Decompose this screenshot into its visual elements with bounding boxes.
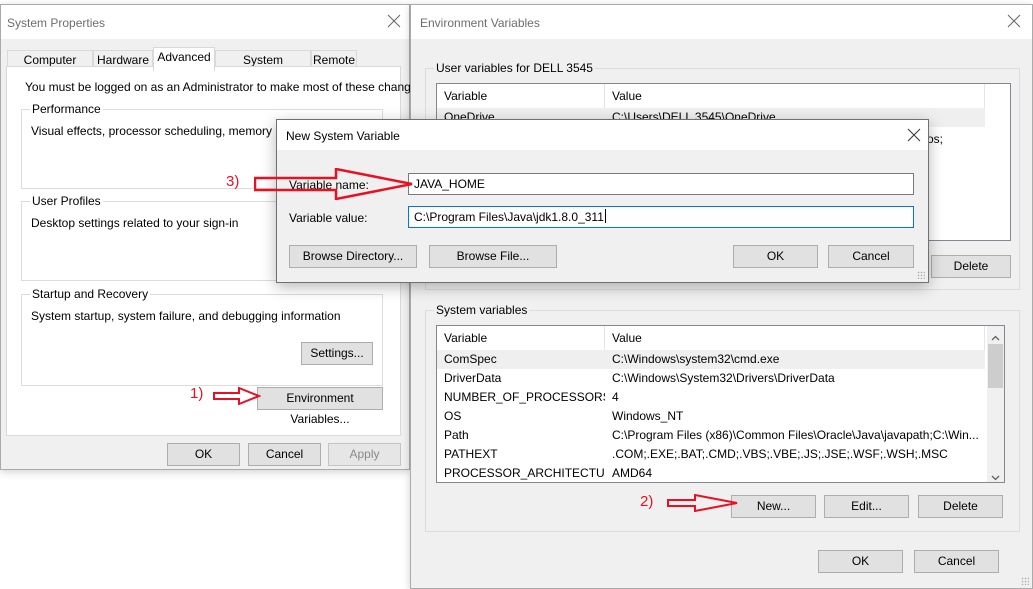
env-vars-titlebar: Environment Variables <box>411 5 1032 39</box>
tab-advanced[interactable]: Advanced <box>153 47 215 71</box>
env-cancel-button[interactable]: Cancel <box>914 550 999 573</box>
column-header-value[interactable]: Value <box>605 84 985 108</box>
table-row[interactable]: PATHEXT .COM;.EXE;.BAT;.CMD;.VBS;.VBE;.JS… <box>437 445 985 464</box>
table-row[interactable]: NUMBER_OF_PROCESSORS 4 <box>437 388 985 407</box>
table-row[interactable]: PROCESSOR_ARCHITECTURE AMD64 <box>437 464 985 482</box>
variable-name-input[interactable]: JAVA_HOME <box>408 173 914 195</box>
row-value: .COM;.EXE;.BAT;.CMD;.VBS;.VBE;.JS;.JSE;.… <box>612 447 948 461</box>
new-system-variable-dialog: New System Variable Variable name: JAVA_… <box>276 119 929 283</box>
performance-legend: Performance <box>30 102 103 116</box>
vertical-scrollbar[interactable] <box>987 326 1004 482</box>
system-variables-legend: System variables <box>434 303 530 317</box>
variable-value-input[interactable]: C:\Program Files\Java\jdk1.8.0_311 <box>408 206 914 228</box>
variable-value-label: Variable value: <box>289 211 368 225</box>
table-row[interactable]: Path C:\Program Files (x86)\Common Files\… <box>437 426 985 445</box>
step-3-label: 3) <box>226 173 240 190</box>
env-ok-button[interactable]: OK <box>818 550 903 573</box>
partial-row-value: os; <box>927 132 944 146</box>
browse-directory-button[interactable]: Browse Directory... <box>289 245 417 268</box>
row-variable: PROCESSOR_ARCHITECTURE <box>444 466 605 480</box>
startup-recovery-group: Startup and Recovery System startup, sys… <box>21 287 383 386</box>
text-cursor <box>604 209 606 223</box>
user-profiles-legend: User Profiles <box>30 194 103 208</box>
system-delete-button[interactable]: Delete <box>918 495 1003 518</box>
sysprop-cancel-button[interactable]: Cancel <box>248 443 321 466</box>
resize-grip-icon[interactable] <box>1021 577 1029 585</box>
step-2-label: 2) <box>640 493 654 510</box>
admin-note: You must be logged on as an Administrato… <box>25 80 427 94</box>
window-title: System Properties <box>7 16 106 30</box>
user-delete-button[interactable]: Delete <box>931 255 1011 278</box>
startup-settings-button[interactable]: Settings... <box>301 342 373 365</box>
scroll-down-icon[interactable] <box>991 470 1000 482</box>
column-header-variable[interactable]: Variable <box>437 84 605 108</box>
variable-value-text: C:\Program Files\Java\jdk1.8.0_311 <box>414 210 604 224</box>
dialog-titlebar: New System Variable <box>277 120 928 150</box>
startup-recovery-legend: Startup and Recovery <box>30 287 151 301</box>
row-variable: OS <box>444 409 462 423</box>
row-variable: PATHEXT <box>444 447 498 461</box>
table-row[interactable]: OS Windows_NT <box>437 407 985 426</box>
user-variables-legend: User variables for DELL 3545 <box>434 61 595 75</box>
row-value: Windows_NT <box>612 409 684 423</box>
system-variables-list[interactable]: Variable Value ComSpec C:\Windows\system3… <box>436 325 1005 483</box>
dialog-title: New System Variable <box>286 129 400 143</box>
close-icon[interactable] <box>387 14 401 28</box>
startup-recovery-desc: System startup, system failure, and debu… <box>31 309 341 323</box>
dialog-ok-button[interactable]: OK <box>733 245 818 268</box>
list-header: Variable Value <box>437 84 985 108</box>
system-new-button[interactable]: New... <box>731 495 816 518</box>
row-value: 4 <box>612 390 619 404</box>
browse-file-button[interactable]: Browse File... <box>429 245 557 268</box>
step-1-arrow-icon <box>213 387 261 405</box>
table-row[interactable]: DriverData C:\Windows\System32\Drivers\Dr… <box>437 369 985 388</box>
dialog-cancel-button[interactable]: Cancel <box>828 245 914 268</box>
row-value: C:\Windows\System32\Drivers\DriverData <box>612 371 835 385</box>
row-value: C:\Program Files (x86)\Common Files\Orac… <box>612 428 979 442</box>
close-icon[interactable] <box>1007 14 1021 28</box>
system-properties-titlebar: System Properties <box>1 5 409 39</box>
user-profiles-desc: Desktop settings related to your sign-in <box>31 216 239 230</box>
row-variable: DriverData <box>444 371 502 385</box>
row-value: AMD64 <box>612 466 653 480</box>
step-3-arrow-icon <box>254 168 413 200</box>
scrollbar-thumb[interactable] <box>988 344 1003 388</box>
row-variable: NUMBER_OF_PROCESSORS <box>444 390 605 404</box>
table-row[interactable]: ComSpec C:\Windows\system32\cmd.exe <box>437 350 985 369</box>
resize-grip-icon[interactable] <box>917 271 925 279</box>
sysprop-apply-button[interactable]: Apply <box>328 443 401 466</box>
step-1-label: 1) <box>190 385 204 402</box>
window-title: Environment Variables <box>420 16 540 30</box>
close-icon[interactable] <box>907 128 921 142</box>
row-variable: Path <box>444 428 469 442</box>
row-variable: ComSpec <box>444 352 497 366</box>
performance-desc: Visual effects, processor scheduling, me… <box>31 124 312 138</box>
list-header: Variable Value <box>437 326 985 350</box>
column-header-variable[interactable]: Variable <box>437 326 605 350</box>
sysprop-ok-button[interactable]: OK <box>167 443 240 466</box>
scroll-up-icon[interactable] <box>991 330 1000 344</box>
column-header-value[interactable]: Value <box>605 326 985 350</box>
system-edit-button[interactable]: Edit... <box>824 495 909 518</box>
environment-variables-button[interactable]: Environment Variables... <box>257 387 383 426</box>
step-2-arrow-icon <box>667 494 738 512</box>
row-value: C:\Windows\system32\cmd.exe <box>612 352 780 366</box>
